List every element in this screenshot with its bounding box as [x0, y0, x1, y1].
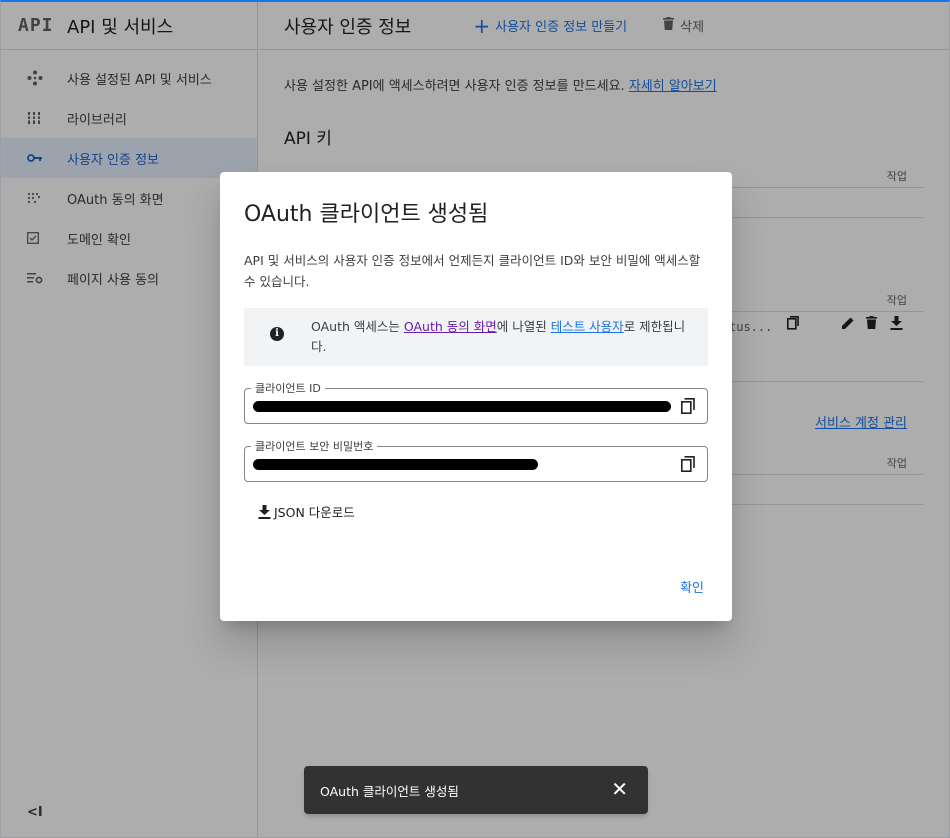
dialog-title: OAuth 클라이언트 생성됨 [244, 202, 489, 227]
oauth-consent-screen-link[interactable]: OAuth 동의 화면 [404, 319, 497, 334]
client-id-field[interactable]: 클라이언트 ID [244, 380, 708, 424]
info-middle: 에 나열된 [496, 319, 551, 334]
client-secret-label: 클라이언트 보안 비밀번호 [251, 438, 378, 454]
info-icon: i [270, 327, 284, 341]
snackbar-message: OAuth 클라이언트 생성됨 [320, 783, 459, 799]
info-text: OAuth 액세스는 OAuth 동의 화면에 나열된 테스트 사용자로 제한됩… [311, 317, 696, 357]
copy-client-id-icon[interactable] [681, 398, 695, 414]
oauth-client-created-dialog: OAuth 클라이언트 생성됨 API 및 서비스의 사용자 인증 정보에서 언… [220, 172, 732, 621]
info-notice: i OAuth 액세스는 OAuth 동의 화면에 나열된 테스트 사용자로 제… [244, 308, 708, 366]
dialog-body: API 및 서비스의 사용자 인증 정보에서 언제든지 클라이언트 ID와 보안… [244, 253, 701, 289]
info-prefix: OAuth 액세스는 [311, 319, 404, 334]
download-json-label: JSON 다운로드 [274, 505, 355, 520]
close-icon[interactable]: ✕ [611, 779, 628, 799]
download-icon [258, 504, 271, 519]
redacted-value [253, 401, 671, 412]
client-secret-field[interactable]: 클라이언트 보안 비밀번호 [244, 438, 708, 482]
snackbar: OAuth 클라이언트 생성됨 ✕ [304, 766, 648, 814]
client-id-label: 클라이언트 ID [251, 380, 325, 396]
app-window: API API 및 서비스 사용 설정된 API 및 서비스 라이브러리 사용자… [0, 0, 950, 838]
ok-button[interactable]: 확인 [680, 577, 704, 596]
redacted-value [253, 459, 538, 470]
download-json-button[interactable]: JSON 다운로드 [258, 502, 355, 521]
test-users-link[interactable]: 테스트 사용자 [551, 319, 624, 334]
copy-client-secret-icon[interactable] [681, 456, 695, 472]
